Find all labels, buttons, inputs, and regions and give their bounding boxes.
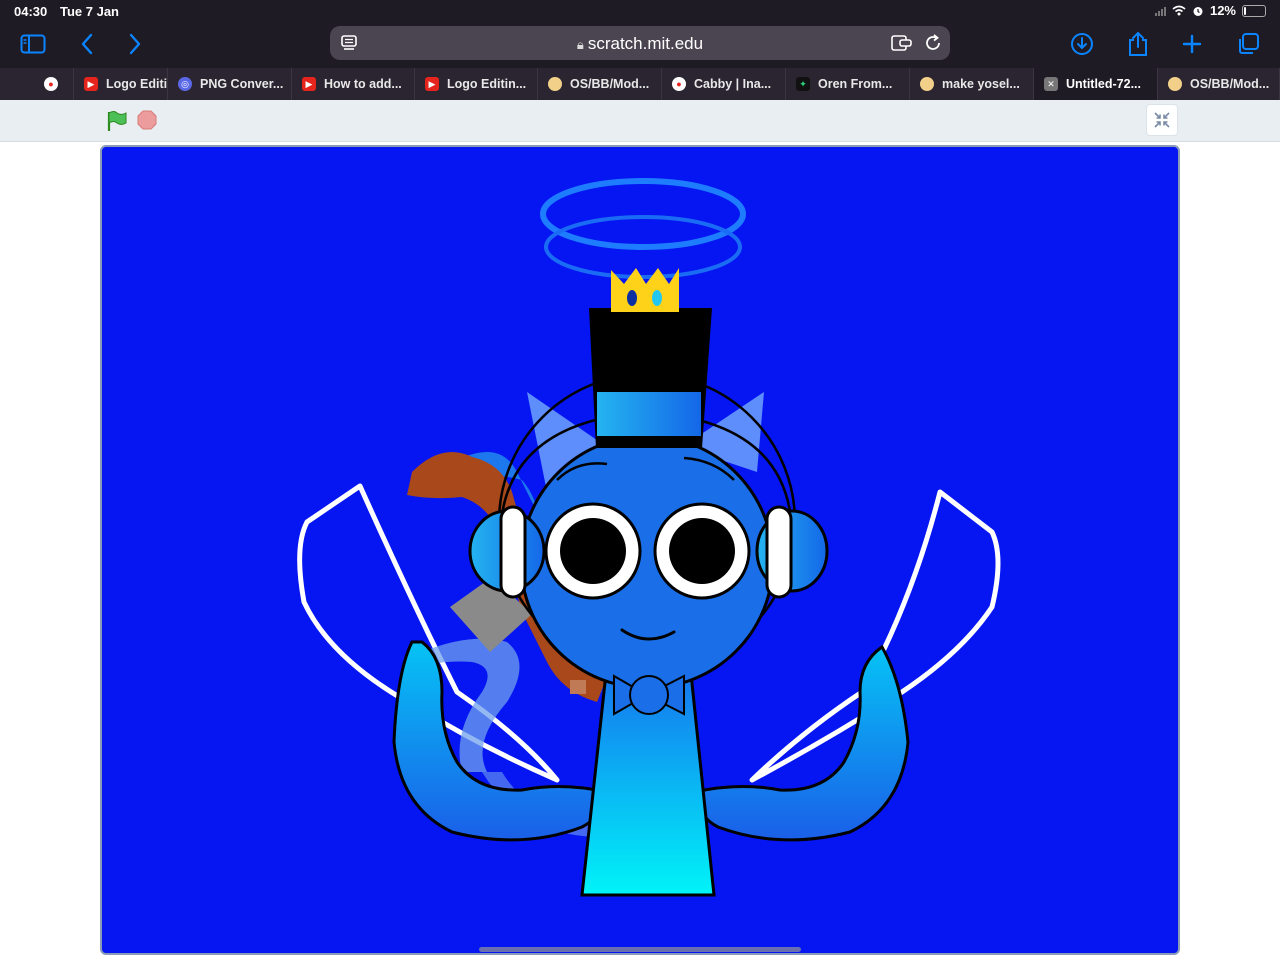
cellular-signal-icon [1154, 6, 1166, 16]
tab-label: Untitled-72... [1066, 77, 1142, 91]
new-tab-icon [1182, 34, 1202, 54]
share-icon [1129, 31, 1147, 56]
status-time: 04:30 [14, 4, 48, 19]
tab-label: OS/BB/Mod... [570, 77, 650, 91]
exit-fullscreen-icon [1154, 112, 1170, 128]
new-tab-button[interactable] [1175, 28, 1209, 60]
back-button[interactable] [70, 28, 104, 60]
youtube-favicon-icon: ▶ [84, 77, 98, 91]
wifi-icon [1172, 5, 1186, 16]
tab-0[interactable]: ● [34, 68, 74, 100]
sidebar-button[interactable] [16, 28, 50, 60]
alarm-icon [1193, 6, 1203, 16]
top-hat [589, 308, 712, 448]
url-text: scratch.mit.edu [587, 34, 704, 53]
home-indicator [479, 947, 801, 952]
tab-7[interactable]: ✦ Oren From... [786, 68, 910, 100]
share-button[interactable] [1121, 28, 1155, 60]
right-arm [692, 644, 910, 842]
download-button[interactable] [1065, 28, 1099, 60]
tabs-overview-button[interactable] [1231, 28, 1265, 60]
download-icon [1071, 33, 1093, 55]
tab-5[interactable]: OS/BB/Mod... [538, 68, 662, 100]
tab-label: PNG Conver... [200, 77, 284, 91]
address-bar[interactable]: 🔒︎ scratch.mit.edu [330, 26, 950, 60]
tab-6[interactable]: ● Cabby | Ina... [662, 68, 786, 100]
reload-icon[interactable] [924, 34, 942, 52]
tab-4[interactable]: ▶ Logo Editin... [415, 68, 538, 100]
forward-icon [129, 33, 141, 55]
tab-label: Logo Editin... [447, 77, 527, 91]
tab-2[interactable]: ◎ PNG Conver... [168, 68, 292, 100]
lock-icon: 🔒︎ [576, 37, 584, 52]
browser-chrome: 04:30 Tue 7 Jan 12% 🔒︎ scratch.mit.edu ●… [0, 0, 1280, 100]
bowtie [613, 674, 685, 716]
stop-icon[interactable] [137, 110, 157, 130]
battery-percent: 12% [1209, 3, 1236, 18]
green-favicon-icon: ✦ [796, 77, 810, 91]
tab-3[interactable]: ▶ How to add... [292, 68, 415, 100]
sidebar-icon [20, 34, 46, 54]
bean-favicon-icon [920, 77, 934, 91]
fire-favicon-icon: ● [672, 77, 686, 91]
youtube-favicon-icon: ▶ [425, 77, 439, 91]
tab-9[interactable]: ✕ Untitled-72... [1034, 68, 1158, 100]
tab-label: OS/BB/Mod... [1190, 77, 1270, 91]
tab-label: make yosel... [942, 77, 1020, 91]
status-right: 12% [1154, 3, 1266, 18]
stage-artwork [297, 178, 1001, 897]
youtube-favicon-icon: ▶ [302, 77, 316, 91]
forward-button[interactable] [118, 28, 152, 60]
tab-label: How to add... [324, 77, 402, 91]
scratch-stage[interactable] [100, 145, 1180, 955]
fire-favicon-icon: ● [44, 77, 58, 91]
converter-favicon-icon: ◎ [178, 77, 192, 91]
status-date: Tue 7 Jan [60, 4, 120, 19]
back-icon [81, 33, 93, 55]
bean-favicon-icon [548, 77, 562, 91]
status-bar: 04:30 Tue 7 Jan 12% [0, 0, 1280, 22]
tab-bar: ● ▶ Logo Editir ◎ PNG Conver... ▶ How to add..… [0, 68, 1280, 100]
tabs-overview-icon [1239, 33, 1259, 54]
tab-1[interactable]: ▶ Logo Editir [74, 68, 168, 100]
tab-8[interactable]: make yosel... [910, 68, 1034, 100]
tab-label: Cabby | Ina... [694, 77, 772, 91]
tab-10[interactable]: OS/BB/Mod... [1158, 68, 1280, 100]
scratch-controls-bar [0, 100, 1280, 142]
battery-icon [1242, 4, 1266, 17]
tab-label: Oren From... [818, 77, 893, 91]
tab-label: Logo Editir [106, 77, 168, 91]
close-favicon-icon: ✕ [1044, 77, 1058, 91]
halo-rings [540, 178, 746, 279]
battery-level [1244, 6, 1246, 15]
exit-fullscreen-button[interactable] [1146, 104, 1178, 136]
tab-share-icon[interactable] [891, 34, 913, 52]
bean-favicon-icon [1168, 77, 1182, 91]
green-flag-icon[interactable] [106, 110, 128, 132]
url-host: 🔒︎ scratch.mit.edu [330, 34, 950, 54]
